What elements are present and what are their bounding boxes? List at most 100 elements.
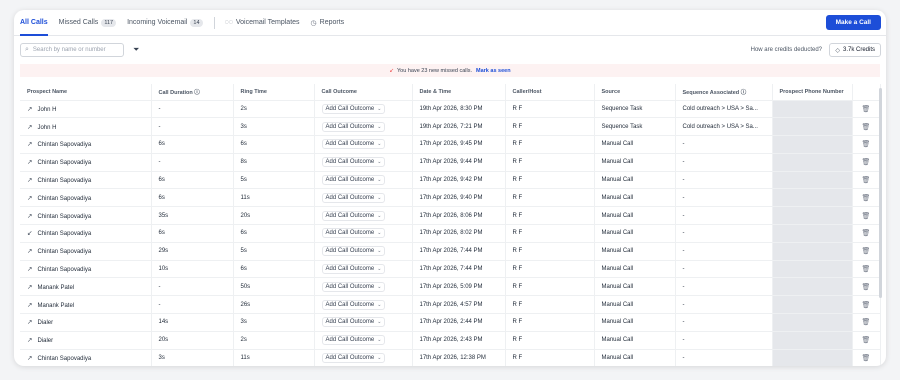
add-call-outcome-dropdown[interactable]: Add Call Outcome ⌄ [321,103,386,114]
col-caller-host[interactable]: Caller/Host [505,84,595,100]
col-ring-time[interactable]: Ring Time [233,84,315,100]
sequence-associated[interactable]: - [675,224,773,243]
prospect-name-cell[interactable]: ↗ Chintan Sapovadiya [20,259,152,278]
tab-incoming-voicemail[interactable]: Incoming Voicemail 14 [127,10,203,36]
col-prospect-name[interactable]: Prospect Name [20,84,152,100]
caller-host: R F [505,348,595,366]
prospect-name-cell[interactable]: ↙ Chintan Sapovadiya [20,224,152,243]
table-row[interactable]: ↗ John H -3s Add Call Outcome ⌄ 19th Apr 2026… [20,117,881,136]
delete-icon[interactable]: 🗑 [852,330,881,350]
sequence-associated[interactable]: - [675,313,773,332]
table-row[interactable]: ↗ Chintan Sapovadiya 35s 20s Add Call Outcom… [20,206,881,225]
prospect-name-cell[interactable]: ↗ Chintan Sapovadiya [20,241,152,261]
add-call-outcome-dropdown[interactable]: Add Call Outcome ⌄ [321,175,386,186]
prospect-name-cell[interactable]: ↗ Chintan Sapovadiya [20,348,152,366]
add-call-outcome-dropdown[interactable]: Add Call Outcome ⌄ [321,299,386,310]
add-call-outcome-dropdown[interactable]: Add Call Outcome ⌄ [321,281,386,292]
add-call-outcome-dropdown[interactable]: Add Call Outcome ⌄ [321,228,386,239]
prospect-name-cell[interactable]: ↗ Chintan Sapovadiya [20,135,152,154]
add-call-outcome-dropdown[interactable]: Add Call Outcome ⌄ [321,192,386,203]
delete-icon[interactable]: 🗑 [852,277,881,296]
table-row[interactable]: ↗ Manank Patel -26s Add Call Outcome ⌄ 17th A… [20,295,881,314]
table-row[interactable]: ↗ Chintan Sapovadiya 10s 6s Add Call Outcome… [20,259,881,278]
add-call-outcome-dropdown[interactable]: Add Call Outcome ⌄ [321,246,386,257]
mark-as-seen-link[interactable]: Mark as seen [476,68,511,74]
delete-icon[interactable]: 🗑 [852,259,881,278]
table-row[interactable]: ↗ Chintan Sapovadiya 6s 6s Add Call Outcome ⌄… [20,135,881,154]
col-phone[interactable]: Prospect Phone Number [772,84,853,100]
delete-icon[interactable]: 🗑 [852,295,881,314]
delete-icon[interactable]: 🗑 [852,117,881,136]
prospect-name-cell[interactable]: ↗ Manank Patel [20,277,152,296]
delete-icon[interactable]: 🗑 [852,241,881,261]
prospect-name-cell[interactable]: ↗ Dialer [20,330,152,350]
sequence-associated[interactable]: - [675,206,773,225]
table-row[interactable]: ↗ Chintan Sapovadiya 6s 5s Add Call Outcome ⌄… [20,170,881,189]
table-row[interactable]: ↗ Chintan Sapovadiya 6s 11s Add Call Outcome… [20,188,881,207]
col-call-outcome[interactable]: Call Outcome [314,84,413,100]
make-call-button[interactable]: Make a Call [825,15,881,30]
tab-voicemail-templates[interactable]: ◌◌ Voicemail Templates [225,10,300,36]
col-sequence[interactable]: Sequence Associated ⓘ [675,84,773,100]
prospect-phone-number [772,224,853,243]
sequence-associated[interactable]: - [675,170,773,189]
sequence-associated[interactable]: - [675,330,773,350]
prospect-name-cell[interactable]: ↗ Chintan Sapovadiya [20,206,152,225]
delete-icon[interactable]: 🗑 [852,135,881,154]
sequence-associated[interactable]: - [675,152,773,172]
search-input[interactable]: ⌕ Search by name or number [20,43,124,57]
table-row[interactable]: ↙ Chintan Sapovadiya 6s 6s Add Call Outcome ⌄… [20,224,881,243]
credits-button[interactable]: ◇ 3.7k Credits [829,43,881,57]
prospect-name-cell[interactable]: ↗ Manank Patel [20,295,152,314]
prospect-name-cell[interactable]: ↗ Chintan Sapovadiya [20,188,152,207]
add-call-outcome-dropdown[interactable]: Add Call Outcome ⌄ [321,139,386,150]
prospect-name-cell[interactable]: ↗ John H [20,117,152,136]
delete-icon[interactable]: 🗑 [852,170,881,189]
sequence-associated[interactable]: - [675,188,773,207]
sequence-associated[interactable]: - [675,135,773,154]
add-call-outcome-dropdown[interactable]: Add Call Outcome ⌄ [321,353,386,364]
table-row[interactable]: ↗ Manank Patel -50s Add Call Outcome ⌄ 17th A… [20,277,881,296]
count-badge: 117 [101,18,117,27]
sequence-associated[interactable]: - [675,277,773,296]
sequence-associated[interactable]: Cold outreach > USA > Sa... [675,117,773,136]
filter-icon[interactable]: ⏷ [133,45,139,55]
scrollbar[interactable] [879,88,882,298]
table-row[interactable]: ↗ Chintan Sapovadiya 3s 11s Add Call Outcome… [20,348,881,366]
table-row[interactable]: ↗ Chintan Sapovadiya 29s 5s Add Call Outcome… [20,241,881,261]
tab-missed-calls[interactable]: Missed Calls 117 [59,10,117,36]
table-row[interactable]: ↗ Dialer 14s 3s Add Call Outcome ⌄ 17th Apr 20… [20,313,881,332]
table-row[interactable]: ↗ John H -2s Add Call Outcome ⌄ 19th Apr 2026… [20,99,881,118]
add-call-outcome-dropdown[interactable]: Add Call Outcome ⌄ [321,317,386,328]
add-call-outcome-dropdown[interactable]: Add Call Outcome ⌄ [321,121,386,132]
sequence-associated[interactable]: - [675,348,773,366]
tab-all-calls[interactable]: All Calls [20,10,48,36]
add-call-outcome-dropdown[interactable]: Add Call Outcome ⌄ [321,335,386,346]
delete-icon[interactable]: 🗑 [852,152,881,172]
sequence-associated[interactable]: Cold outreach > USA > Sa... [675,99,773,118]
delete-icon[interactable]: 🗑 [852,224,881,243]
sequence-associated[interactable]: - [675,259,773,278]
col-source[interactable]: Source [594,84,676,100]
call-duration: - [151,117,234,136]
add-call-outcome-dropdown[interactable]: Add Call Outcome ⌄ [321,210,386,221]
col-date-time[interactable]: Date & Time [412,84,506,100]
add-call-outcome-dropdown[interactable]: Add Call Outcome ⌄ [321,157,386,168]
sequence-associated[interactable]: - [675,295,773,314]
delete-icon[interactable]: 🗑 [852,348,881,366]
delete-icon[interactable]: 🗑 [852,188,881,207]
delete-icon[interactable]: 🗑 [852,313,881,332]
prospect-name-cell[interactable]: ↗ John H [20,99,152,118]
delete-icon[interactable]: 🗑 [852,99,881,118]
table-row[interactable]: ↗ Dialer 20s 2s Add Call Outcome ⌄ 17th Apr 20… [20,330,881,350]
caller-host: R F [505,152,595,172]
add-call-outcome-dropdown[interactable]: Add Call Outcome ⌄ [321,264,386,275]
delete-icon[interactable]: 🗑 [852,206,881,225]
col-call-duration[interactable]: Call Duration ⓘ [151,84,234,100]
prospect-name-cell[interactable]: ↗ Dialer [20,313,152,332]
sequence-associated[interactable]: - [675,241,773,261]
tab-reports[interactable]: ◷ Reports [311,10,345,36]
prospect-name-cell[interactable]: ↗ Chintan Sapovadiya [20,152,152,172]
prospect-name-cell[interactable]: ↗ Chintan Sapovadiya [20,170,152,189]
table-row[interactable]: ↗ Chintan Sapovadiya -8s Add Call Outcome ⌄ 1… [20,152,881,172]
